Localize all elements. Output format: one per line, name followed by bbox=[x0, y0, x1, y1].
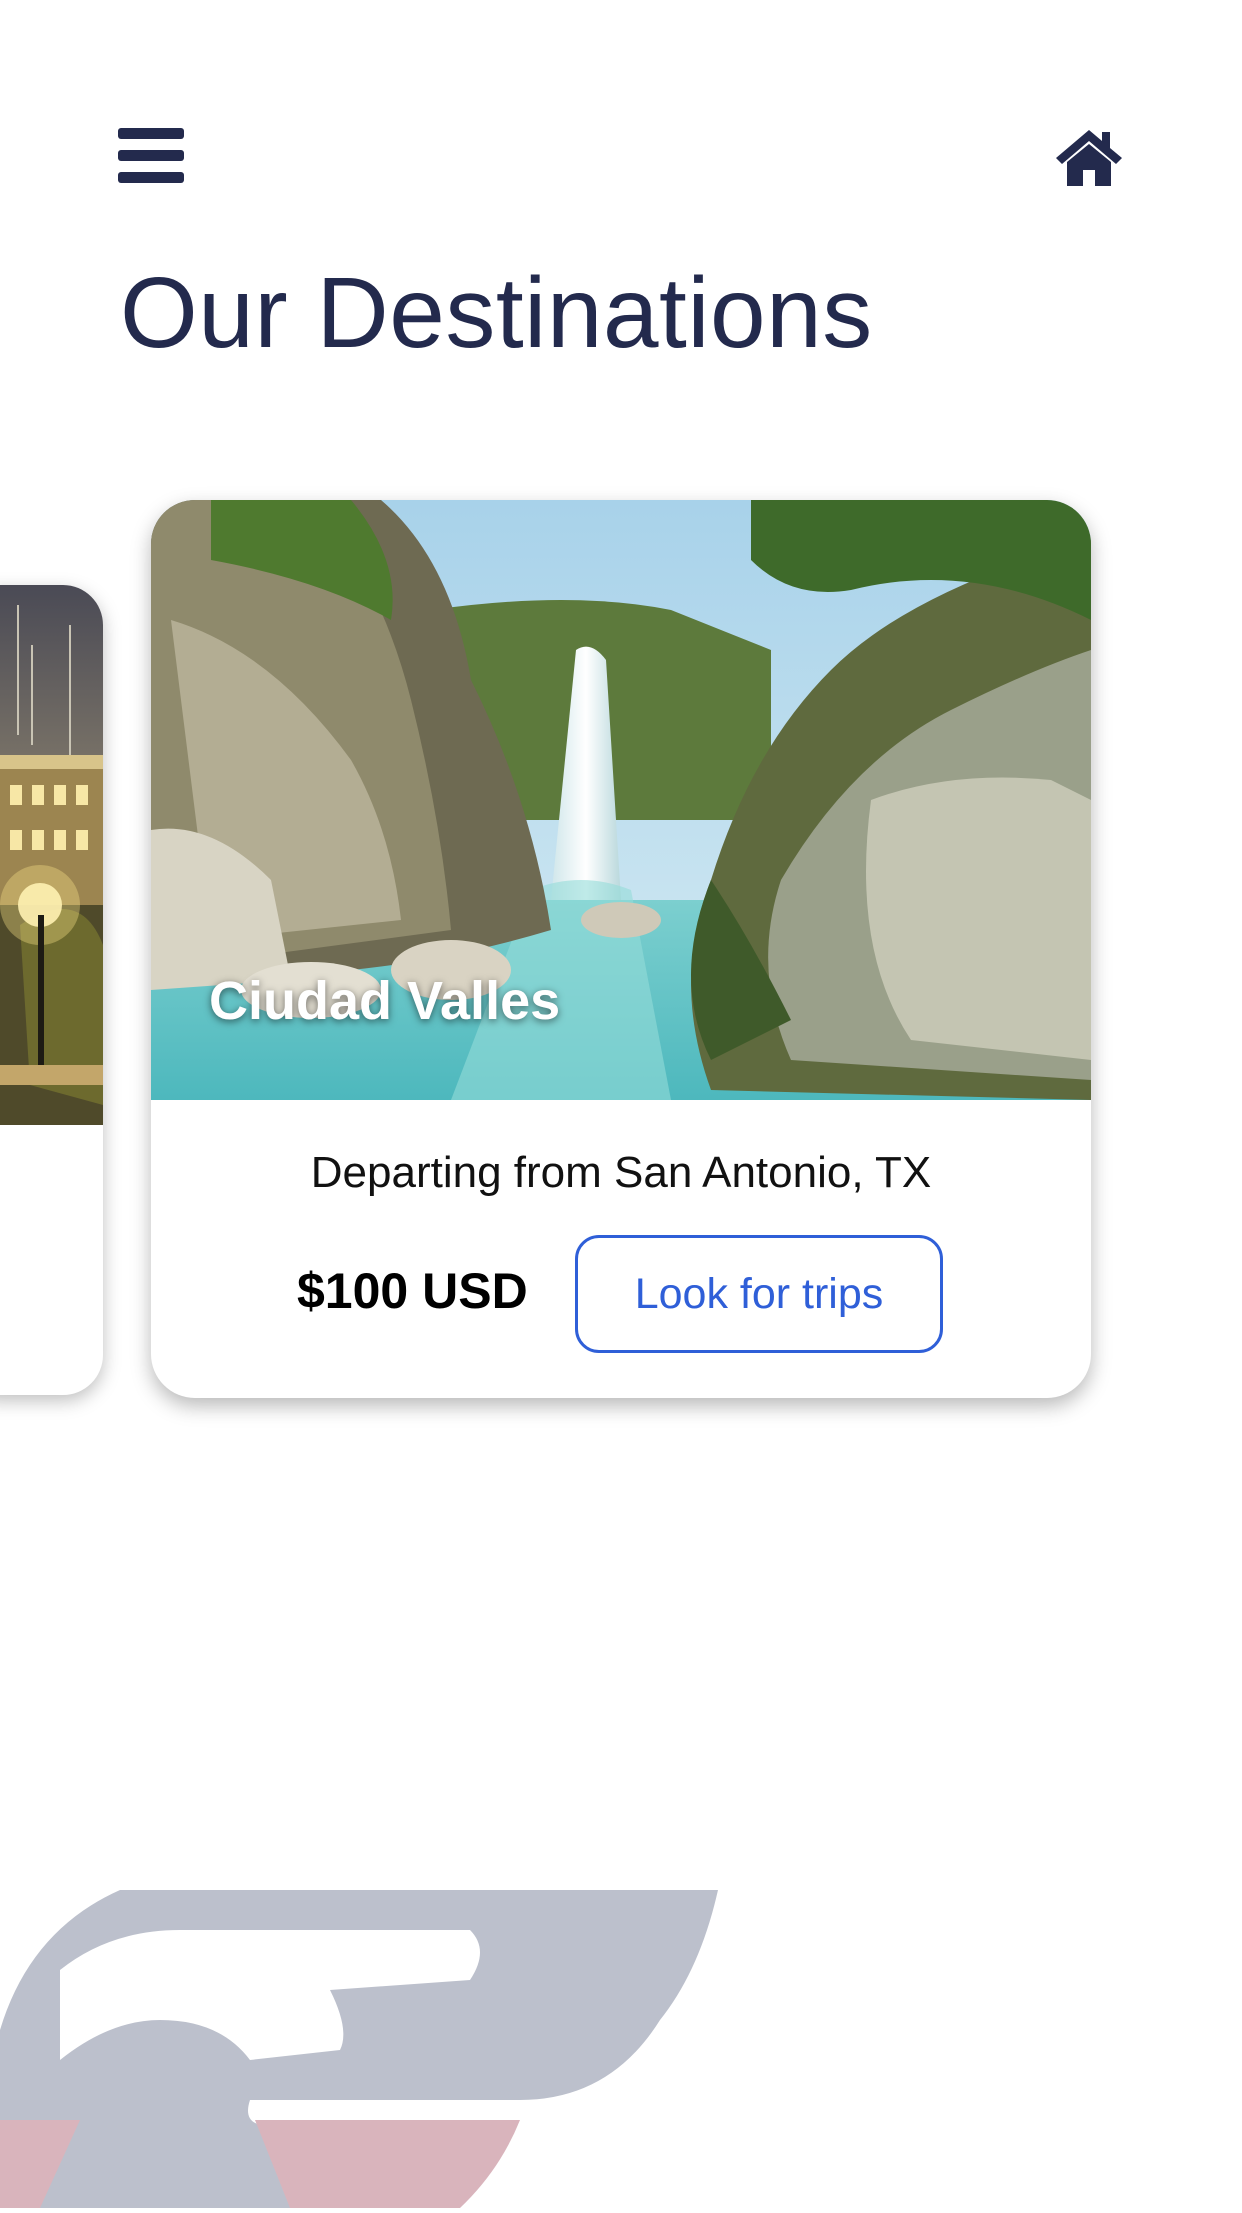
departing-text: Departing from San Antonio, TX bbox=[310, 1148, 932, 1197]
page-title: Our Destinations bbox=[120, 257, 873, 369]
destination-card-previous[interactable] bbox=[0, 585, 103, 1395]
destination-card[interactable]: Ciudad Valles Departing from San Antonio… bbox=[151, 500, 1091, 1398]
waterfall-canyon-photo: Ciudad Valles bbox=[151, 500, 1091, 1100]
city-night-photo bbox=[0, 585, 103, 1125]
hamburger-menu-icon[interactable] bbox=[118, 128, 184, 184]
eagle-logo-watermark bbox=[0, 1870, 760, 2208]
look-for-trips-button[interactable]: Look for trips bbox=[575, 1235, 943, 1353]
price-label: $100 USD bbox=[297, 1263, 528, 1319]
destination-name: Ciudad Valles bbox=[209, 971, 561, 1031]
home-icon[interactable] bbox=[1054, 126, 1124, 188]
